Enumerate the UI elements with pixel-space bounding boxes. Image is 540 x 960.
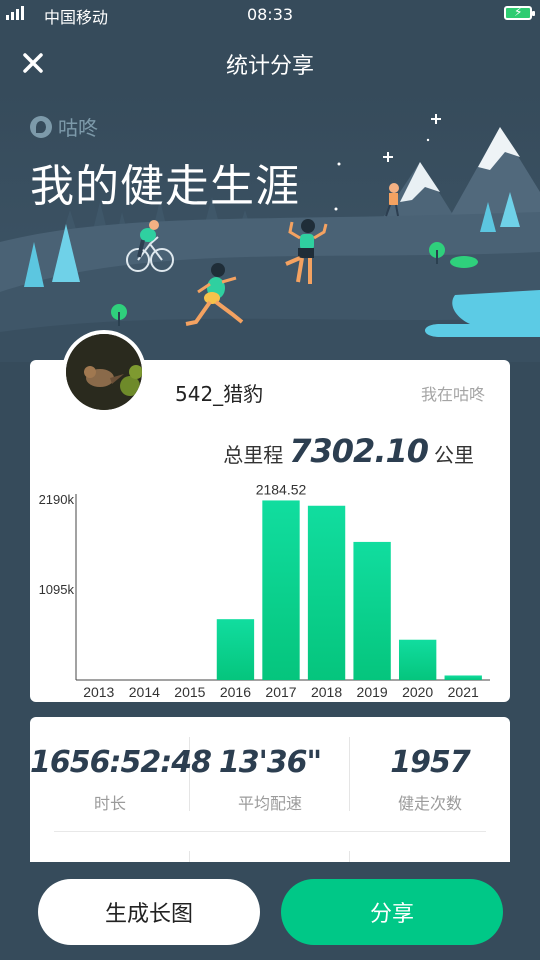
total-distance-label: 总里程 [223,443,284,467]
bar [307,505,346,680]
divider [54,831,486,832]
avatar-image [66,334,142,410]
status-time: 08:33 [246,5,294,24]
bar [444,675,482,680]
total-distance: 总里程 7302.10 公里 [223,432,474,470]
brand-logo: 咕咚 [30,112,98,141]
x-tick-label: 2020 [402,684,433,700]
total-distance-unit: 公里 [434,443,474,467]
x-tick-label: 2015 [174,684,205,700]
stat-value: 13'36" [218,745,322,780]
hero-title: 我的健走生涯 [30,161,300,212]
battery-icon: ⚡ [504,5,535,20]
bottom-bar: 生成长图 分享 [0,862,540,960]
x-tick-label: 2017 [265,684,296,700]
data-label: 2184.52 [256,481,307,497]
bar [353,541,391,680]
bar [398,639,437,680]
stat-value: 1957 [390,745,471,780]
brand-name: 咕咚 [58,116,98,140]
stat-label: 时长 [93,794,126,813]
x-tick-label: 2021 [448,684,479,700]
x-tick-label: 2016 [220,684,251,700]
stat-duration: 1656:52:48 时长 [30,717,212,814]
page-title: 统计分享 [225,54,314,79]
x-tick-label: 2018 [311,684,342,700]
generate-long-image-button[interactable]: 生成长图 [38,879,260,945]
x-tick-label: 2013 [83,684,114,700]
x-tick-label: 2014 [129,684,160,700]
yearly-distance-chart: 2190k 1095k 2013 2014 2015 2016 2017 2018 2019 20… [39,481,490,700]
stat-value: 1656:52:48 [30,745,212,780]
bar [262,500,300,680]
status-bar: 中国移动 08:33 ⚡ [0,0,540,28]
stat-label: 平均配速 [237,794,302,813]
stats-panel: 1656:52:48 时长 13'36" 平均配速 1957 健走次数 [30,717,510,881]
avatar[interactable] [62,330,146,414]
stat-average-pace: 13'36" 平均配速 [190,717,350,814]
bar [216,619,255,680]
stat-walk-count: 1957 健走次数 [350,717,510,814]
y-tick-label: 1095k [39,582,75,597]
x-tick-label: 2019 [357,684,388,700]
y-tick-label: 2190k [39,492,75,507]
total-distance-value: 7302.10 [289,432,429,470]
tagline: 我在咕咚 [420,385,485,404]
codoon-logo-icon [30,115,52,138]
username: 542_猎豹 [175,382,264,406]
stat-label: 健走次数 [397,794,462,813]
share-button[interactable]: 分享 [281,879,503,945]
share-screen: 中国移动 08:33 ⚡ 咕咚 我的健走生涯 统计分享 542_猎豹 我在咕咚 … [0,0,540,960]
